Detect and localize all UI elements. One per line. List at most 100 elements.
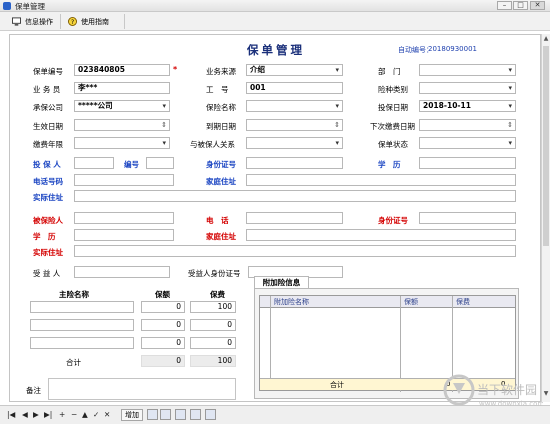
employee-no-input[interactable]: 001 bbox=[246, 82, 343, 94]
insure-date-picker[interactable]: 2018-10-11 bbox=[419, 100, 516, 112]
insured-label: 被保险人 bbox=[33, 216, 63, 225]
main-insurance-amount-header: 保额 bbox=[155, 290, 170, 299]
main-insurance-name-input[interactable] bbox=[30, 301, 134, 313]
grid-header-premium: 保费 bbox=[456, 298, 470, 306]
payment-years-label: 缴费年限 bbox=[33, 140, 63, 149]
user-guide-button[interactable]: ? 使用指南 bbox=[68, 15, 117, 28]
insert-record-button[interactable]: + bbox=[59, 410, 65, 419]
scroll-down-arrow[interactable]: ▼ bbox=[542, 390, 550, 399]
print-preview-icon[interactable] bbox=[160, 409, 171, 420]
main-insurance-premium-input[interactable]: 0 bbox=[190, 337, 236, 349]
delete-record-button[interactable]: − bbox=[71, 410, 77, 419]
remark-textarea[interactable] bbox=[48, 378, 236, 400]
policyholder-address-input[interactable] bbox=[74, 190, 516, 202]
scrollbar-thumb[interactable] bbox=[543, 46, 549, 246]
policyholder-home-address-input[interactable] bbox=[246, 174, 516, 186]
print-icon[interactable] bbox=[147, 409, 158, 420]
insured-edu-label: 学 历 bbox=[33, 232, 56, 241]
insure-date-label: 投保日期 bbox=[378, 103, 408, 112]
insured-id-label: 身份证号 bbox=[378, 216, 408, 225]
main-insurance-total-amount: 0 bbox=[141, 355, 185, 367]
last-record-button[interactable]: ▶| bbox=[44, 410, 52, 419]
beneficiary-input[interactable] bbox=[74, 266, 170, 278]
relation-select[interactable] bbox=[246, 137, 343, 149]
main-insurance-premium-input[interactable]: 0 bbox=[190, 319, 236, 331]
payment-years-select[interactable] bbox=[74, 137, 170, 149]
insured-address-input[interactable] bbox=[74, 245, 516, 257]
main-insurance-amount-input[interactable]: 0 bbox=[141, 337, 185, 349]
insured-phone-label: 电 话 bbox=[206, 216, 229, 225]
insured-id-input[interactable] bbox=[419, 212, 516, 224]
svg-text:?: ? bbox=[71, 19, 74, 26]
main-insurance-premium-input[interactable]: 100 bbox=[190, 301, 236, 313]
main-insurance-amount-input[interactable]: 0 bbox=[141, 301, 185, 313]
insurance-name-label: 保险名称 bbox=[206, 103, 236, 112]
expiry-date-picker[interactable] bbox=[246, 119, 343, 131]
minimize-button[interactable]: – bbox=[497, 1, 512, 10]
vertical-scrollbar[interactable]: ▲ ▼ bbox=[541, 34, 550, 402]
maximize-button[interactable]: □ bbox=[513, 1, 528, 10]
toolbar-separator bbox=[124, 14, 125, 29]
main-insurance-premium-header: 保费 bbox=[210, 290, 225, 299]
policyholder-label: 投 保 人 bbox=[33, 160, 61, 169]
policyholder-edu-label: 学 历 bbox=[378, 160, 401, 169]
policyholder-phone-input[interactable] bbox=[74, 174, 174, 186]
monitor-icon bbox=[12, 17, 21, 26]
prior-record-button[interactable]: ◀ bbox=[22, 410, 28, 419]
export-icon[interactable] bbox=[205, 409, 216, 420]
insured-phone-input[interactable] bbox=[246, 212, 343, 224]
policyholder-phone-label: 电话号码 bbox=[33, 177, 63, 186]
main-insurance-total-label: 合计 bbox=[66, 358, 81, 367]
policy-form: 保单管理 自动编号： 20180930001 保单编号 023840805 * … bbox=[9, 34, 541, 402]
window-title: 保单管理 bbox=[15, 2, 45, 11]
insured-edu-input[interactable] bbox=[74, 229, 174, 241]
insurer-select[interactable]: *****公司 bbox=[74, 100, 170, 112]
next-payment-date-label: 下次缴费日期 bbox=[370, 122, 415, 131]
policyholder-id-label: 身份证号 bbox=[206, 160, 236, 169]
insured-input[interactable] bbox=[74, 212, 174, 224]
close-button[interactable]: ✕ bbox=[530, 1, 545, 10]
effective-date-label: 生效日期 bbox=[33, 122, 63, 131]
insurer-label: 承保公司 bbox=[33, 103, 63, 112]
post-record-button[interactable]: ✓ bbox=[93, 410, 99, 419]
policy-no-input[interactable]: 023840805 bbox=[74, 64, 170, 76]
first-record-button[interactable]: |◀ bbox=[7, 410, 15, 419]
policyholder-id-input[interactable] bbox=[246, 157, 343, 169]
add-button[interactable]: 增加 bbox=[121, 409, 143, 421]
business-source-select[interactable]: 介绍 bbox=[246, 64, 343, 76]
required-mark: * bbox=[173, 65, 178, 74]
grid-column-divider bbox=[270, 296, 271, 378]
app-icon bbox=[3, 2, 11, 10]
expiry-date-label: 到期日期 bbox=[206, 122, 236, 131]
main-insurance-name-input[interactable] bbox=[30, 319, 134, 331]
edit-record-button[interactable]: ▲ bbox=[82, 410, 88, 419]
main-insurance-name-input[interactable] bbox=[30, 337, 134, 349]
beneficiary-label: 受 益 人 bbox=[33, 269, 61, 278]
next-record-button[interactable]: ▶ bbox=[33, 410, 39, 419]
toolbar-separator bbox=[60, 14, 61, 29]
info-operation-button[interactable]: 信息操作 bbox=[12, 15, 61, 28]
main-insurance-amount-input[interactable]: 0 bbox=[141, 319, 185, 331]
policyholder-edu-input[interactable] bbox=[419, 157, 516, 169]
policy-status-select[interactable] bbox=[419, 137, 516, 149]
insurance-type-select[interactable] bbox=[419, 82, 516, 94]
cancel-record-button[interactable]: ✕ bbox=[104, 410, 110, 419]
policyholder-input[interactable] bbox=[74, 157, 114, 169]
search-icon[interactable] bbox=[175, 409, 186, 420]
insured-home-address-input[interactable] bbox=[246, 229, 516, 241]
scroll-up-arrow[interactable]: ▲ bbox=[542, 35, 550, 44]
save-icon[interactable] bbox=[190, 409, 201, 420]
next-payment-date-picker[interactable] bbox=[419, 119, 516, 131]
insurance-name-select[interactable] bbox=[246, 100, 343, 112]
policyholder-no-input[interactable] bbox=[146, 157, 174, 169]
main-insurance-total-premium: 100 bbox=[190, 355, 236, 367]
watermark-text: 当下软件园 bbox=[477, 383, 537, 397]
agent-input[interactable]: 李*** bbox=[74, 82, 170, 94]
department-select[interactable] bbox=[419, 64, 516, 76]
effective-date-picker[interactable] bbox=[74, 119, 170, 131]
policyholder-home-address-label: 家庭住址 bbox=[206, 177, 236, 186]
auto-number-value: 20180930001 bbox=[428, 45, 477, 53]
grid-header: 附加险名称 保额 保费 bbox=[260, 296, 515, 308]
toolbar: 信息操作 ? 使用指南 bbox=[0, 12, 550, 31]
question-icon: ? bbox=[68, 17, 77, 26]
